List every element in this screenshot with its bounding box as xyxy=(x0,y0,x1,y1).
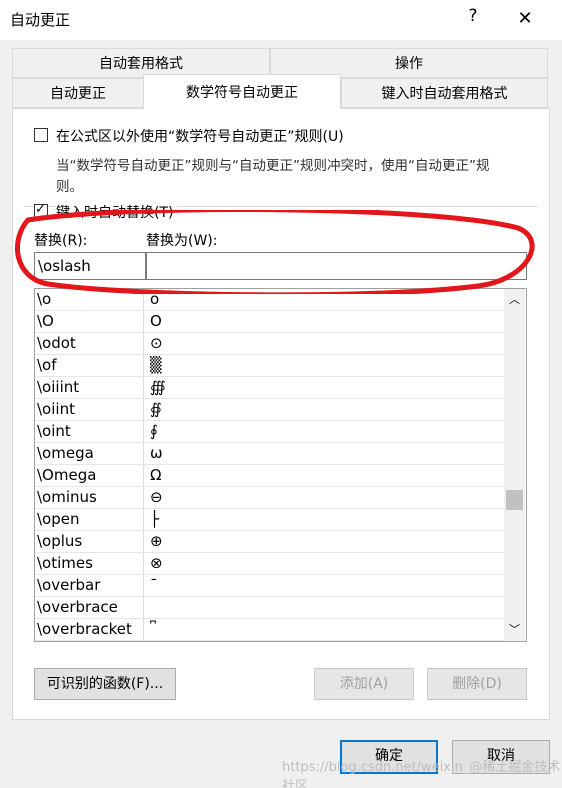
list-item[interactable]: \Omega Ω xyxy=(35,465,505,487)
replace-input[interactable]: \oslash xyxy=(34,252,146,280)
list-item-key: \of xyxy=(37,356,57,374)
list-item-value: ¯ xyxy=(150,576,158,594)
conflict-note-line2: 则。 xyxy=(56,179,83,195)
use-outside-math-label: 在公式区以外使用“数学符号自动更正”规则(U) xyxy=(56,129,344,145)
list-item[interactable]: \overbrace xyxy=(35,597,505,619)
list-item[interactable]: \odot ⊙ xyxy=(35,333,505,355)
list-item-key: \overbracket xyxy=(37,620,132,638)
list-item-key: \otimes xyxy=(37,554,93,572)
list-item[interactable]: \oiiint ∰ xyxy=(35,377,505,399)
list-item[interactable]: \o ο xyxy=(35,289,505,311)
list-item-value: ⊗ xyxy=(150,554,163,572)
list-item-value: ⊕ xyxy=(150,532,163,550)
conflict-note-line1: 当“数学符号自动更正”规则与“自动更正”规则冲突时，使用“自动更正”规 xyxy=(56,158,490,174)
watermark-text: https://blog.csdn.net/weixin_@稀土掘金技术社区 xyxy=(282,760,561,788)
list-item-value: ├ xyxy=(150,510,160,528)
list-item[interactable]: \oint ∮ xyxy=(35,421,505,443)
list-item[interactable]: \open ├ xyxy=(35,509,505,531)
close-button[interactable]: ✕ xyxy=(512,8,538,32)
list-item-value: ∯ xyxy=(150,400,162,418)
list-item[interactable]: \O Ο xyxy=(35,311,505,333)
list-item-value: ▒ xyxy=(150,356,162,374)
list-item-key: \oiiint xyxy=(37,378,80,396)
replace-as-type-label: 键入时自动替换(T) xyxy=(56,202,178,222)
list-item-value: ⊙ xyxy=(150,334,163,352)
list-item-key: \overbar xyxy=(37,576,101,594)
list-item-value: ω xyxy=(150,444,163,462)
recognized-functions-button[interactable]: 可识别的函数(F)... xyxy=(34,668,176,700)
list-item-key: \open xyxy=(37,510,80,528)
list-item-key: \O xyxy=(37,312,54,330)
tab-autocorrect[interactable]: 自动更正 xyxy=(12,78,144,108)
list-item[interactable]: \otimes ⊗ xyxy=(35,553,505,575)
add-button[interactable]: 添加(A) xyxy=(314,668,414,700)
help-button[interactable]: ? xyxy=(462,6,484,32)
list-item-key: \Omega xyxy=(37,466,97,484)
list-item-key: \oint xyxy=(37,422,71,440)
list-item[interactable]: \overbracket ⎴ xyxy=(35,619,505,641)
list-item-value: ⊖ xyxy=(150,488,163,506)
list-item-value: ∮ xyxy=(150,422,158,440)
tab-math-autocorrect[interactable]: 数学符号自动更正 xyxy=(143,74,341,109)
list-scrollbar[interactable]: ︿ ﹀ xyxy=(504,289,525,641)
list-item-value: Ω xyxy=(150,466,162,484)
list-item-value: ⎴ xyxy=(150,620,157,638)
list-item-key: \oplus xyxy=(37,532,83,550)
list-item[interactable]: \ominus ⊖ xyxy=(35,487,505,509)
list-item-value: ∰ xyxy=(150,378,166,396)
scrollbar-thumb[interactable] xyxy=(506,490,523,510)
list-item-key: \overbrace xyxy=(37,598,118,616)
list-item[interactable]: \oiint ∯ xyxy=(35,399,505,421)
with-label: 替换为(W): xyxy=(146,233,218,249)
list-item-key: \o xyxy=(37,290,52,308)
with-input[interactable] xyxy=(146,252,527,280)
use-outside-math-checkbox[interactable] xyxy=(34,128,48,142)
list-item-key: \odot xyxy=(37,334,76,352)
list-item[interactable]: \oplus ⊕ xyxy=(35,531,505,553)
replace-label: 替换(R): xyxy=(34,233,88,249)
symbol-list[interactable]: \o ο \O Ο \odot ⊙ \of ▒ \oiiint ∰ \oiint ∯ \oint ∮ \om… xyxy=(34,288,527,642)
scroll-down-icon[interactable]: ﹀ xyxy=(509,621,520,637)
window-title: 自动更正 xyxy=(10,11,71,29)
list-item[interactable]: \overbar ¯ xyxy=(35,575,505,597)
list-item-value: ο xyxy=(150,290,160,308)
list-item[interactable]: \of ▒ xyxy=(35,355,505,377)
tab-autoformat-as-you-type[interactable]: 键入时自动套用格式 xyxy=(341,78,548,108)
scroll-up-icon[interactable]: ︿ xyxy=(509,291,520,307)
title-bar: 自动更正 ? ✕ xyxy=(0,0,562,40)
delete-button[interactable]: 删除(D) xyxy=(427,668,527,700)
list-item-key: \ominus xyxy=(37,488,97,506)
list-item-value: Ο xyxy=(150,312,162,330)
list-item-key: \oiint xyxy=(37,400,75,418)
list-item-key: \omega xyxy=(37,444,94,462)
list-item[interactable]: \omega ω xyxy=(35,443,505,465)
replace-as-type-checkbox[interactable] xyxy=(34,202,48,218)
